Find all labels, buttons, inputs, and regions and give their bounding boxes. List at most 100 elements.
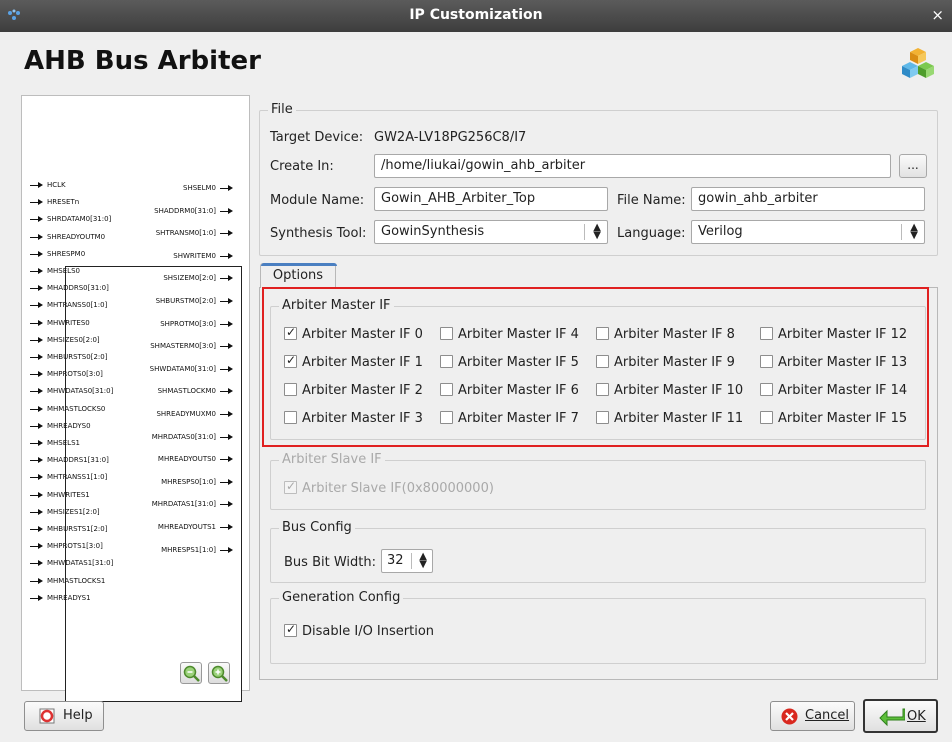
- slave-if-label: Arbiter Slave IF(0x80000000): [302, 481, 494, 496]
- zoom-out-button[interactable]: [180, 662, 202, 684]
- symbol-pin-arrow: [228, 478, 233, 485]
- target-device-label: Target Device:: [270, 130, 364, 145]
- symbol-output-pin-label: SHSELM0: [183, 184, 216, 192]
- help-button[interactable]: Help: [24, 701, 104, 731]
- symbol-output-pin-label: SHADDRM0[31:0]: [154, 206, 216, 215]
- symbol-pin-arrow: [38, 440, 43, 446]
- spinner-arrows-icon: ▲ ▼: [593, 222, 601, 241]
- bus-bit-width-spinbox[interactable]: 32 ▲ ▼: [381, 549, 433, 573]
- symbol-output-pin-label: MHRDATAS1[31:0]: [151, 500, 216, 509]
- symbol-pin-arrow: [228, 501, 233, 508]
- symbol-pin-arrow: [228, 185, 233, 191]
- synthesis-tool-select[interactable]: GowinSynthesis ▲ ▼: [374, 220, 608, 244]
- disable-io-checkbox[interactable]: Disable I/O Insertion: [284, 622, 435, 642]
- checkbox-box: [284, 622, 297, 637]
- symbol-pin-arrow: [228, 320, 233, 327]
- symbol-pin-arrow: [228, 433, 233, 440]
- language-value: Verilog: [698, 224, 743, 239]
- slave-if-checkbox[interactable]: Arbiter Slave IF(0x80000000): [284, 479, 494, 499]
- symbol-output-pin-label: MHRDATAS0[31:0]: [151, 432, 216, 441]
- create-in-field[interactable]: /home/liukai/gowin_ahb_arbiter: [374, 154, 891, 178]
- zoom-in-button[interactable]: [208, 662, 230, 684]
- symbol-pin-arrow: [38, 233, 43, 240]
- tab-options[interactable]: Options: [260, 263, 337, 288]
- generation-config-legend: Generation Config: [279, 590, 404, 605]
- ip-cubes-icon: [902, 48, 934, 78]
- symbol-pin-arrow: [38, 543, 43, 550]
- cancel-label: Cancel: [805, 708, 850, 723]
- symbol-input-pin-label: MHADDRS0[31:0]: [47, 284, 109, 293]
- symbol-output-pin-label: SHWDATAM0[31:0]: [149, 364, 216, 373]
- symbol-input-pin-label: MHSELS0: [47, 267, 80, 275]
- bus-bit-width-value: 32: [387, 553, 404, 568]
- symbol-output-pin-label: MHRESPS0[1:0]: [161, 477, 216, 486]
- symbol-pin-arrow: [38, 491, 43, 498]
- symbol-input-pin-label: MHREADYS0: [47, 421, 91, 430]
- symbol-pin-arrow: [38, 250, 43, 257]
- symbol-pin-arrow: [38, 577, 43, 584]
- symbol-input-pin-label: MHADDRS1[31:0]: [47, 456, 109, 465]
- symbol-input-pin-label: MHWDATAS0[31:0]: [47, 387, 114, 396]
- disable-io-label: Disable I/O Insertion: [302, 624, 435, 639]
- select-divider: [584, 224, 585, 240]
- symbol-input-pin-label: MHWRITES0: [47, 318, 90, 327]
- symbol-pin-arrow: [38, 388, 43, 395]
- cancel-icon: [781, 708, 798, 725]
- close-icon[interactable]: ×: [931, 6, 944, 24]
- symbol-pin-arrow: [228, 298, 233, 304]
- symbol-pin-arrow: [38, 371, 43, 378]
- bus-config-legend: Bus Config: [279, 520, 355, 535]
- symbol-pin-arrow: [228, 411, 233, 417]
- symbol-output-pin-label: SHMASTLOCKM0: [157, 387, 216, 396]
- language-label: Language:: [617, 226, 686, 241]
- module-name-label: Module Name:: [270, 193, 365, 208]
- checkbox-box: [284, 479, 297, 494]
- ok-button[interactable]: OK: [863, 699, 938, 733]
- symbol-pin-arrow: [228, 252, 233, 259]
- spinner-arrows-icon: ▲ ▼: [910, 222, 918, 241]
- symbol-input-pin-label: MHPROTS1[3:0]: [47, 542, 103, 551]
- cancel-button[interactable]: Cancel: [770, 701, 855, 731]
- module-name-field[interactable]: Gowin_AHB_Arbiter_Top: [374, 187, 608, 211]
- symbol-pin-arrow: [228, 230, 233, 237]
- symbol-input-pin-label: MHREADYS1: [47, 593, 91, 602]
- symbol-pin-arrow: [38, 422, 43, 429]
- symbol-input-pin-label: MHTRANSS1[1:0]: [47, 473, 108, 482]
- browse-button[interactable]: ...: [899, 154, 927, 178]
- symbol-pin-arrow: [38, 182, 43, 188]
- file-name-field[interactable]: gowin_ahb_arbiter: [691, 187, 925, 211]
- symbol-pin-arrow: [38, 285, 43, 292]
- symbol-input-pin-label: HRESETn: [47, 198, 80, 207]
- synthesis-tool-value: GowinSynthesis: [381, 224, 485, 239]
- symbol-pin-arrow: [228, 546, 233, 553]
- zoom-in-icon: [211, 665, 228, 682]
- symbol-pin-arrow: [228, 365, 233, 372]
- symbol-pin-arrow: [228, 275, 233, 282]
- language-select[interactable]: Verilog ▲ ▼: [691, 220, 925, 244]
- bus-bit-width-label: Bus Bit Width:: [284, 555, 376, 570]
- spin-divider: [411, 553, 412, 569]
- symbol-input-pin-label: MHSIZES1[2:0]: [47, 507, 100, 516]
- symbol-pin-arrow: [38, 508, 43, 515]
- symbol-input-pin-label: MHWRITES1: [47, 490, 90, 499]
- symbol-output-pin-label: SHMASTERM0[3:0]: [150, 342, 216, 351]
- synthesis-tool-label: Synthesis Tool:: [270, 226, 367, 241]
- symbol-pin-arrow: [38, 526, 43, 532]
- symbol-input-pin-label: MHPROTS0[3:0]: [47, 370, 103, 379]
- ok-arrow-icon: [879, 708, 905, 727]
- symbol-pin-arrow: [228, 207, 233, 214]
- symbol-input-pin-label: MHMASTLOCKS0: [47, 404, 106, 413]
- symbol-input-pin-label: SHRESPM0: [47, 249, 86, 258]
- symbol-output-pin-label: MHREADYOUTS1: [157, 523, 216, 531]
- symbol-output-pin-label: MHREADYOUTS0: [157, 455, 216, 464]
- symbol-output-pin-label: SHREADYMUXM0: [156, 410, 216, 418]
- symbol-input-pin-label: MHTRANSS0[1:0]: [47, 301, 108, 310]
- symbol-pin-arrow: [38, 405, 43, 412]
- symbol-output-pin-label: SHBURSTM0[2:0]: [155, 297, 216, 305]
- symbol-input-pin-label: SHREADYOUTM0: [47, 232, 106, 241]
- symbol-input-pin-label: MHSELS1: [47, 439, 80, 447]
- symbol-pin-arrow: [38, 594, 43, 601]
- symbol-pin-arrow: [38, 560, 43, 567]
- title-bar: IP Customization ×: [0, 0, 952, 32]
- create-in-label: Create In:: [270, 159, 334, 174]
